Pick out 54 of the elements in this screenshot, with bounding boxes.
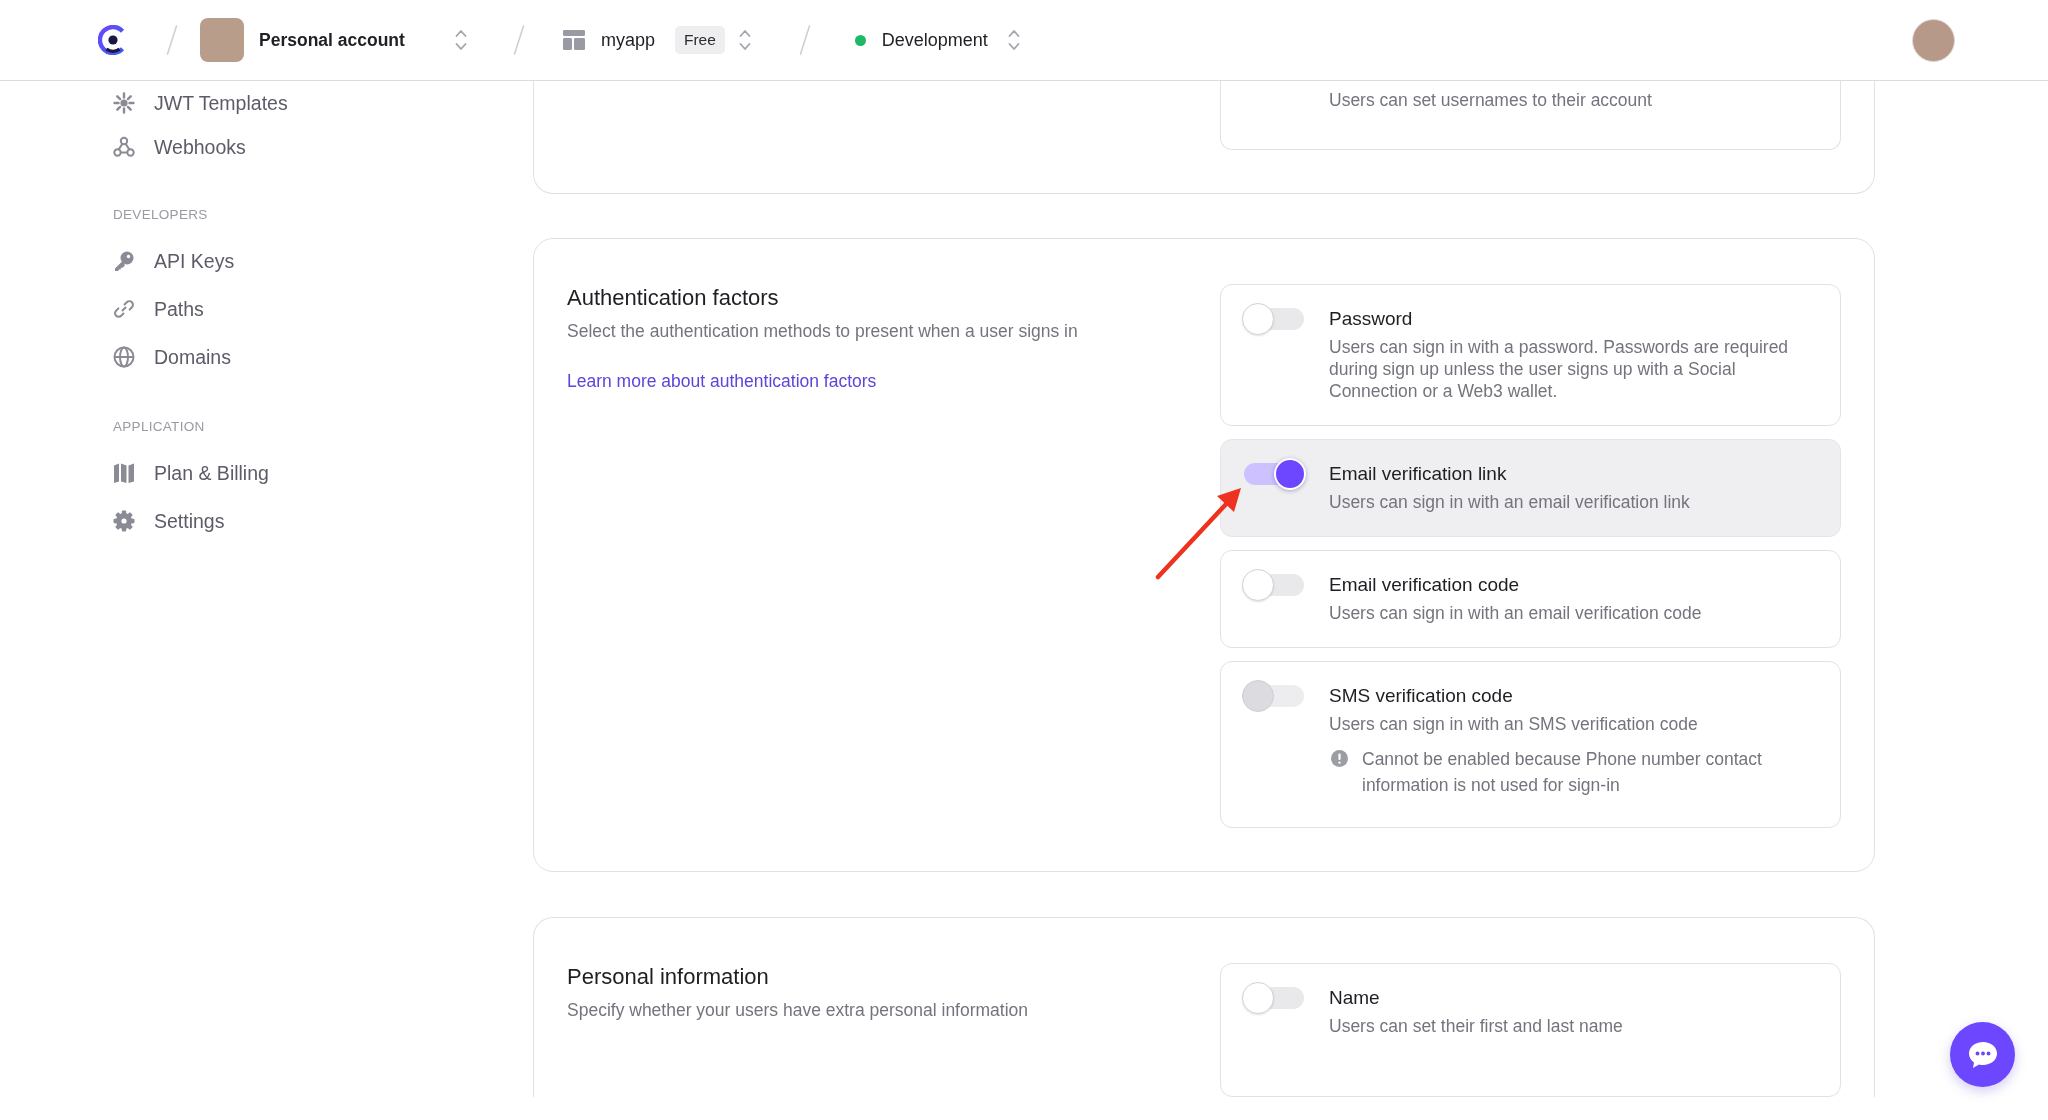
chat-bubble-icon — [1967, 1040, 1998, 1069]
toggle-switch[interactable] — [1242, 569, 1306, 601]
chevron-updown-icon — [1007, 29, 1020, 51]
account-switcher[interactable]: Personal account — [192, 14, 475, 66]
option-description: Users can sign in with an email verification code — [1329, 602, 1703, 624]
map-icon — [113, 462, 135, 484]
app-switcher[interactable]: myapp Free — [554, 22, 759, 58]
option-title: Email verification link — [1329, 462, 1508, 486]
section-heading: DEVELOPERS — [113, 206, 209, 224]
sunburst-icon — [113, 92, 135, 114]
sidebar-item[interactable]: Webhooks — [113, 125, 533, 169]
section-title: Authentication factors — [567, 284, 780, 312]
chat-button[interactable] — [1950, 1022, 2015, 1087]
breadcrumb-separator — [798, 25, 811, 55]
option-title: Name — [1329, 986, 1381, 1010]
key-icon — [113, 250, 135, 272]
breadcrumb-separator — [166, 25, 178, 55]
section-description: Specify whether your users have extra personal information — [567, 999, 1030, 1022]
layout-icon — [562, 30, 585, 50]
option-note: Cannot be enabled because Phone number contact information is not used for sign-in — [1362, 748, 1763, 797]
toggle-switch[interactable] — [1242, 982, 1306, 1014]
exclamation-circle-icon — [1331, 750, 1348, 767]
learn-more-link[interactable]: Learn more about authentication factors — [567, 369, 877, 393]
section-description: Select the authentication methods to present when a user signs in — [567, 320, 1079, 343]
sidebar-item[interactable]: Paths — [113, 285, 533, 333]
toggle-switch[interactable] — [1242, 458, 1306, 490]
option-description: Users can sign in with an email verification link — [1329, 491, 1691, 513]
sidebar-item[interactable]: Domains — [113, 333, 533, 381]
photo-placeholder — [200, 18, 244, 62]
sidebar-item[interactable]: API Keys — [113, 237, 533, 285]
option-title: SMS verification code — [1329, 684, 1514, 708]
option-description: Users can sign in with a password. Passwords are required during sign up unless the user signs up with a Social Connection or a Web3 wallet. — [1329, 336, 1790, 402]
option-description: Users can sign in with an SMS verification code — [1329, 713, 1699, 735]
environment-switcher[interactable]: Development — [846, 25, 1028, 55]
option-description: Users can set their first and last name — [1329, 1015, 1624, 1037]
option-description: Users can set usernames to their account — [1329, 89, 1653, 111]
user-avatar[interactable] — [1912, 18, 1955, 62]
globe-icon — [113, 346, 135, 368]
plan-badge: Free — [674, 26, 725, 54]
sidebar-item[interactable]: Plan & Billing — [113, 449, 533, 497]
sidebar-item[interactable]: JWT Templates — [113, 81, 533, 125]
settings-icon — [113, 510, 135, 532]
section-heading: APPLICATION — [113, 418, 206, 436]
option-title: Password — [1329, 307, 1414, 331]
status-dot-icon — [854, 34, 866, 46]
breadcrumb-separator — [512, 25, 525, 55]
option-title: Email verification code — [1329, 573, 1521, 597]
sidebar-item[interactable]: Settings — [113, 497, 533, 545]
toggle-switch[interactable] — [1242, 303, 1306, 335]
chevron-updown-icon — [738, 29, 751, 51]
link-icon — [113, 298, 135, 320]
section-title: Personal information — [567, 963, 770, 991]
webhook-icon — [113, 136, 135, 158]
chevron-updown-icon — [454, 29, 467, 51]
